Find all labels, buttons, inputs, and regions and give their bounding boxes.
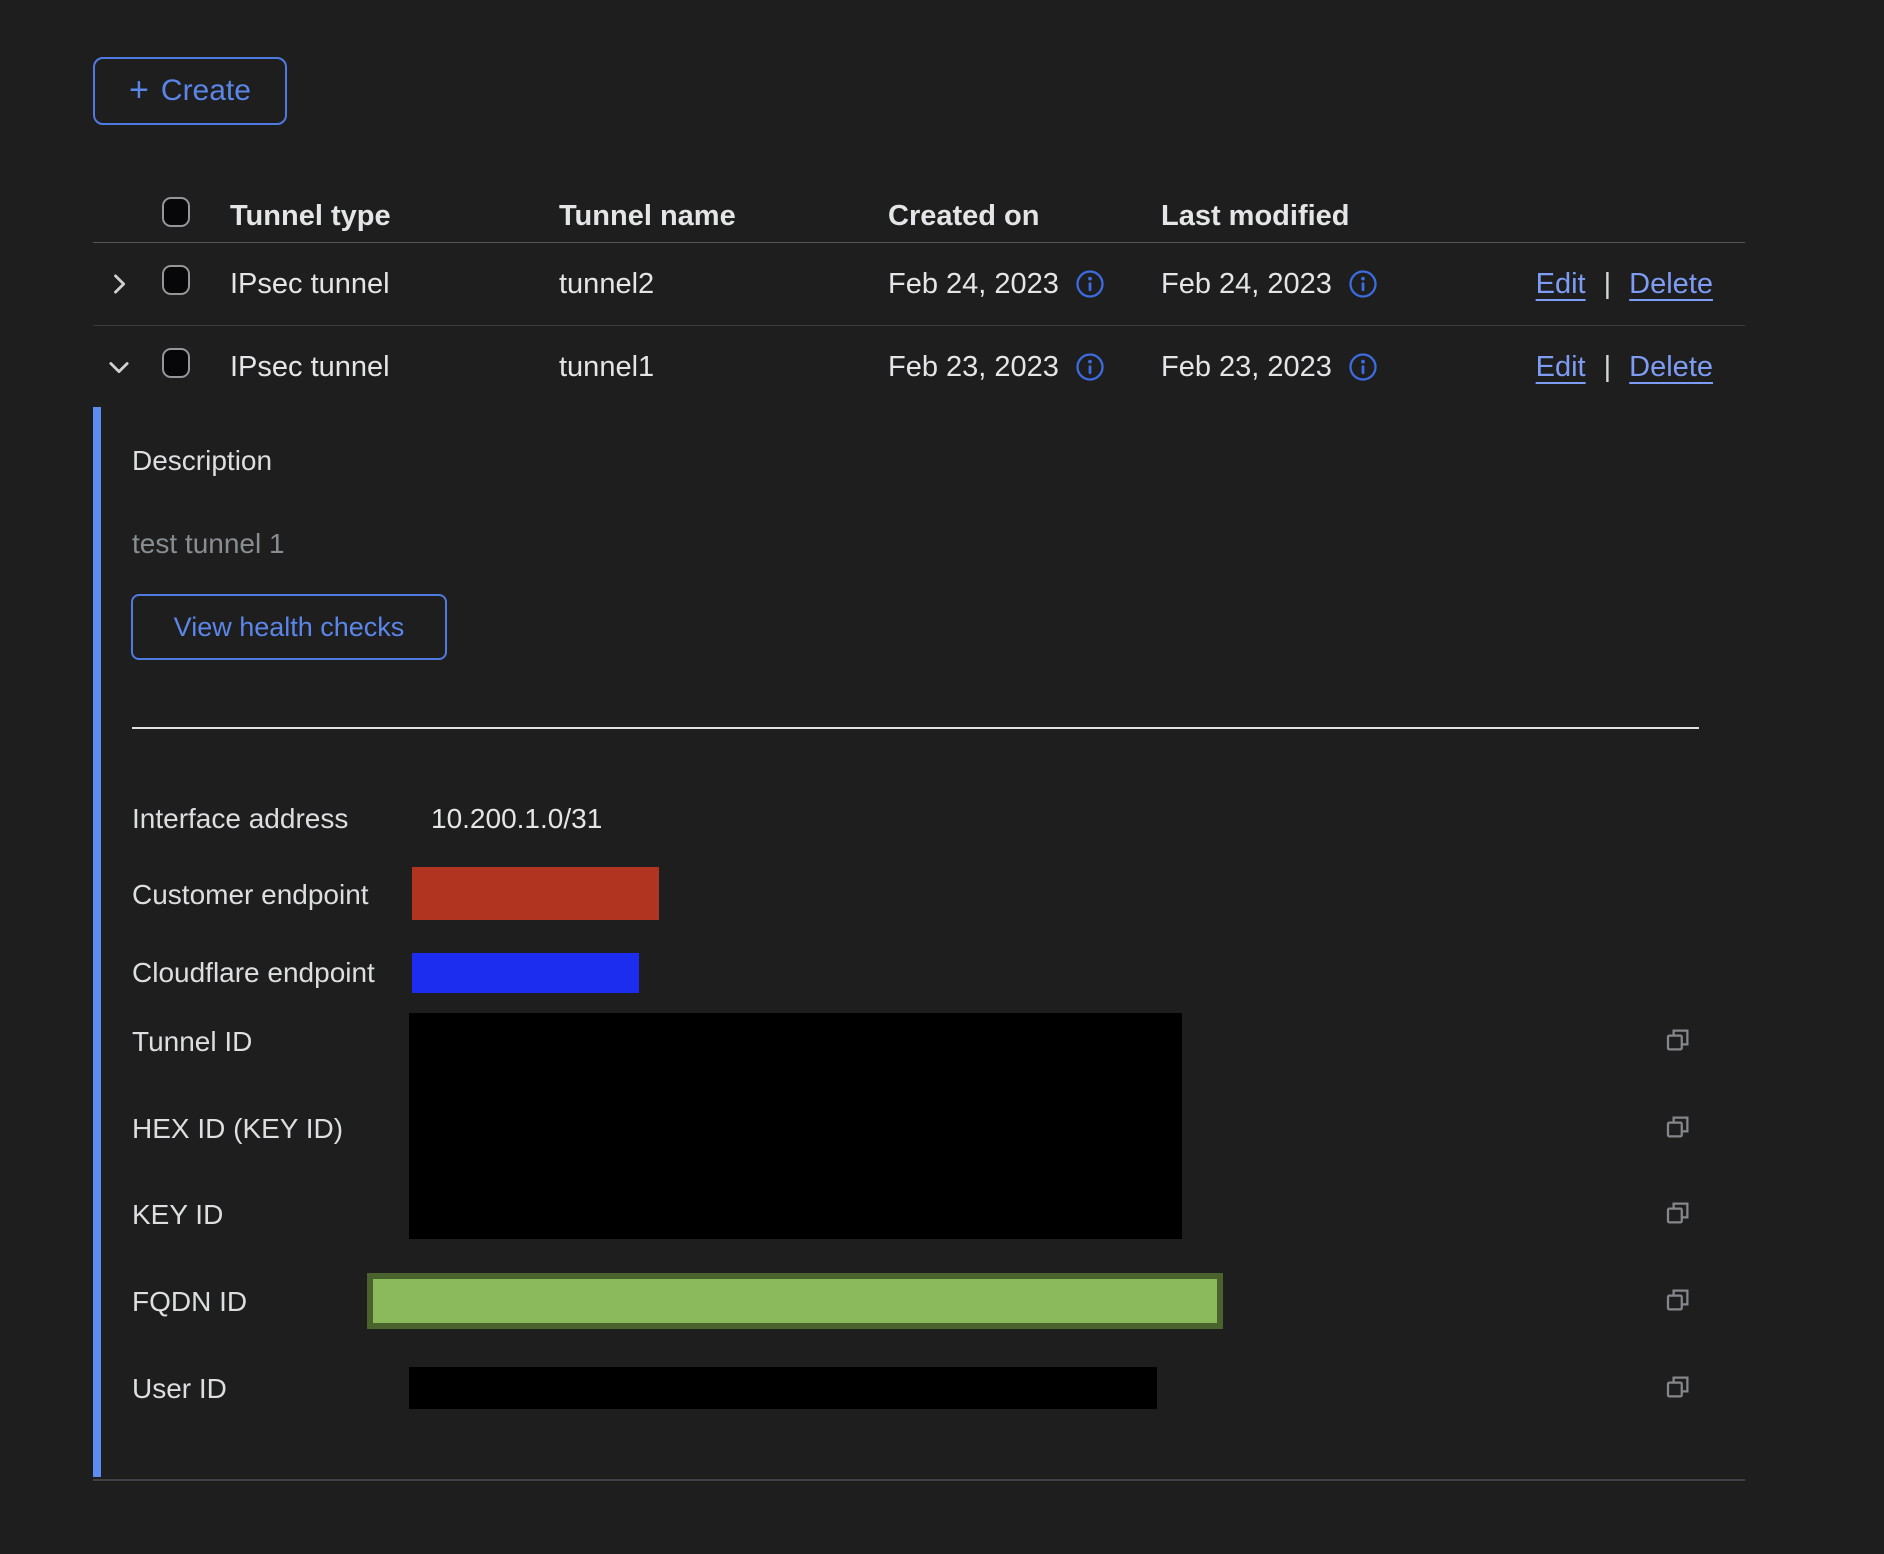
copy-tunnel-id-button[interactable] — [1661, 1023, 1695, 1057]
copy-icon — [1663, 1285, 1693, 1315]
copy-icon — [1663, 1198, 1693, 1228]
copy-icon — [1663, 1112, 1693, 1142]
fqdn-id-redaction — [367, 1273, 1223, 1329]
key-id-label: KEY ID — [132, 1199, 223, 1231]
table-header-row: Tunnel type Tunnel name Created on Last … — [93, 190, 1745, 243]
actions-separator: | — [1604, 351, 1612, 384]
tunnel-ids-redaction — [409, 1013, 1182, 1239]
description-value: test tunnel 1 — [132, 528, 285, 560]
interface-address-label: Interface address — [132, 803, 348, 835]
table-row: IPsec tunnel tunnel1 Feb 23, 2023 Feb 23… — [93, 326, 1745, 408]
customer-endpoint-redaction — [412, 867, 659, 920]
view-health-checks-button[interactable]: View health checks — [131, 594, 447, 660]
tunnels-page: + Create Tunnel type Tunnel name Created… — [0, 0, 1884, 1554]
tunnel-detail-panel: Description test tunnel 1 View health ch… — [93, 407, 1745, 1481]
created-on-date: Feb 24, 2023 — [888, 268, 1059, 301]
cloudflare-endpoint-redaction — [412, 953, 639, 993]
copy-icon — [1663, 1372, 1693, 1402]
select-all-checkbox[interactable] — [162, 197, 190, 227]
tunnel-type: IPsec tunnel — [230, 268, 559, 301]
last-modified-date: Feb 23, 2023 — [1161, 351, 1332, 384]
tunnel-name: tunnel1 — [559, 351, 888, 384]
create-button-label: Create — [161, 74, 251, 108]
copy-fqdn-id-button[interactable] — [1661, 1283, 1695, 1317]
user-id-redaction — [409, 1367, 1157, 1409]
panel-bottom-divider — [93, 1479, 1745, 1481]
chevron-down-icon[interactable] — [105, 353, 133, 381]
tunnel-type: IPsec tunnel — [230, 351, 559, 384]
copy-icon — [1663, 1025, 1693, 1055]
info-icon[interactable] — [1075, 352, 1105, 382]
actions-separator: | — [1604, 268, 1612, 301]
info-icon[interactable] — [1348, 352, 1378, 382]
column-header-last-modified: Last modified — [1161, 200, 1461, 233]
created-on-date: Feb 23, 2023 — [888, 351, 1059, 384]
info-icon[interactable] — [1075, 269, 1105, 299]
info-icon[interactable] — [1348, 269, 1378, 299]
column-header-tunnel-name: Tunnel name — [559, 200, 888, 233]
copy-user-id-button[interactable] — [1661, 1370, 1695, 1404]
customer-endpoint-label: Customer endpoint — [132, 879, 369, 911]
column-header-tunnel-type: Tunnel type — [230, 200, 559, 233]
edit-link[interactable]: Edit — [1536, 268, 1586, 301]
tunnel-name: tunnel2 — [559, 268, 888, 301]
chevron-right-icon[interactable] — [105, 270, 133, 298]
delete-link[interactable]: Delete — [1629, 351, 1713, 384]
header-checkbox-cell — [162, 197, 230, 235]
tunnel-id-label: Tunnel ID — [132, 1026, 252, 1058]
last-modified-date: Feb 24, 2023 — [1161, 268, 1332, 301]
copy-key-id-button[interactable] — [1661, 1196, 1695, 1230]
tunnels-table: Tunnel type Tunnel name Created on Last … — [93, 190, 1745, 408]
cloudflare-endpoint-label: Cloudflare endpoint — [132, 957, 375, 989]
edit-link[interactable]: Edit — [1536, 351, 1586, 384]
hex-id-label: HEX ID (KEY ID) — [132, 1113, 343, 1145]
expanded-row-indicator-bar — [93, 407, 101, 1477]
delete-link[interactable]: Delete — [1629, 268, 1713, 301]
create-button[interactable]: + Create — [93, 57, 287, 125]
row-checkbox[interactable] — [162, 265, 190, 295]
user-id-label: User ID — [132, 1373, 227, 1405]
interface-address-value: 10.200.1.0/31 — [431, 803, 602, 835]
copy-hex-id-button[interactable] — [1661, 1110, 1695, 1144]
panel-divider — [132, 727, 1699, 729]
plus-icon: + — [129, 73, 149, 107]
row-checkbox[interactable] — [162, 348, 190, 378]
description-label: Description — [132, 445, 272, 477]
table-row: IPsec tunnel tunnel2 Feb 24, 2023 Feb 24… — [93, 243, 1745, 326]
fqdn-id-label: FQDN ID — [132, 1286, 247, 1318]
column-header-created-on: Created on — [888, 200, 1161, 233]
